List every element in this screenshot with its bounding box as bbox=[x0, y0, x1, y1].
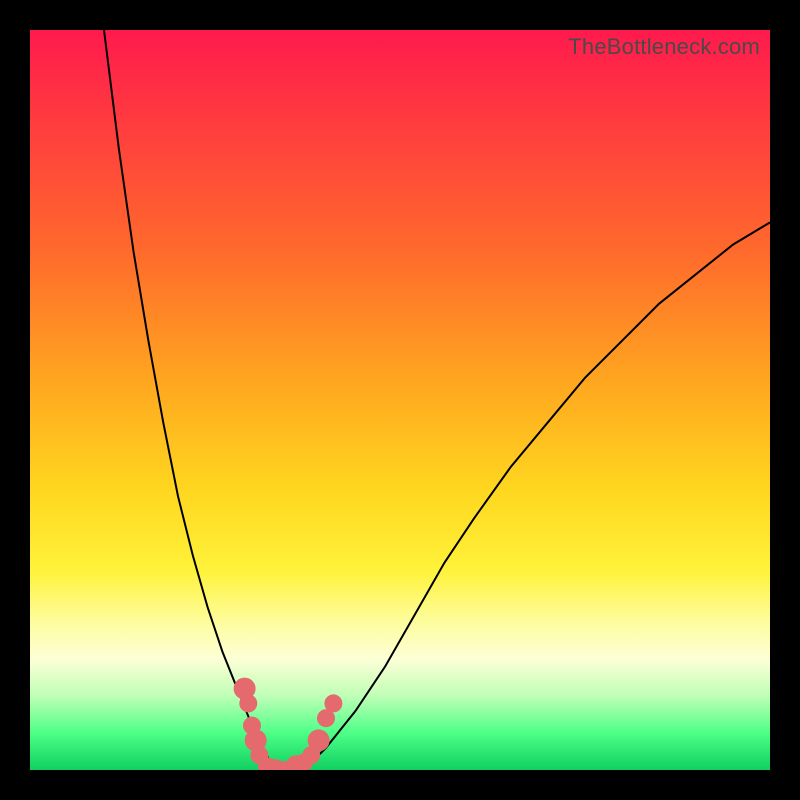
marker-cluster bbox=[234, 678, 343, 770]
left-curve bbox=[104, 30, 274, 770]
marker-point bbox=[239, 694, 257, 712]
chart-svg bbox=[30, 30, 770, 770]
marker-point bbox=[308, 729, 330, 751]
marker-point bbox=[324, 694, 342, 712]
chart-frame: TheBottleneck.com bbox=[0, 0, 800, 800]
plot-area: TheBottleneck.com bbox=[30, 30, 770, 770]
right-curve bbox=[304, 222, 770, 770]
